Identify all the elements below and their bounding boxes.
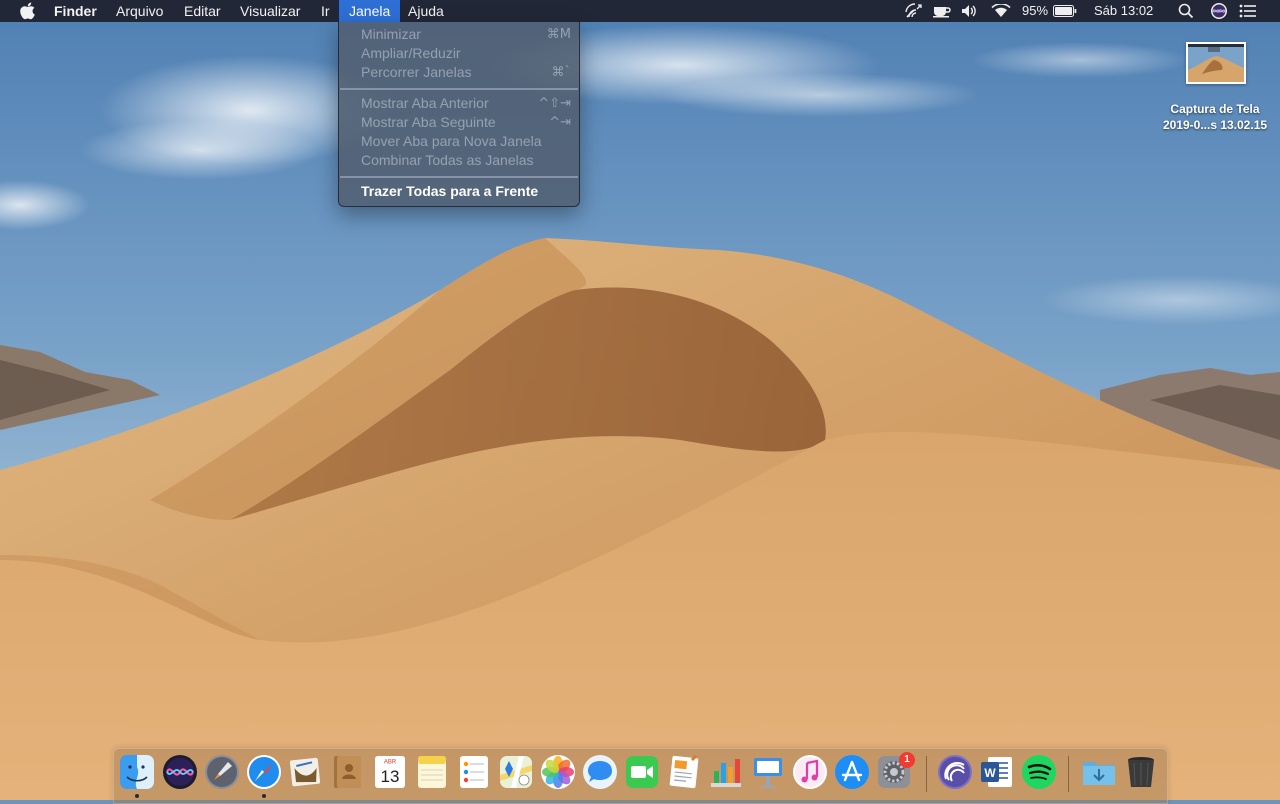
menu-item-label: Ampliar/Reduzir [361,45,461,61]
running-indicator [262,794,266,798]
menu-ir[interactable]: Ir [315,0,336,22]
menu-item-label: Percorrer Janelas [361,64,472,80]
safari-icon[interactable] [245,753,283,791]
pages-icon[interactable] [665,753,703,791]
qbittorrent-icon[interactable] [936,753,974,791]
volume-icon[interactable] [960,0,982,22]
reminders-icon[interactable] [455,753,493,791]
maps-icon[interactable] [497,753,535,791]
contacts-icon[interactable] [329,753,367,791]
launchpad-icon[interactable] [203,753,241,791]
menu-item-next-tab[interactable]: Mostrar Aba Seguinte ^⇥ [339,113,579,132]
facetime-icon[interactable] [623,753,661,791]
app-store-icon[interactable] [833,753,871,791]
svg-text:W: W [984,766,996,780]
calendar-month: ABR [384,760,397,766]
spotify-icon[interactable] [1020,753,1058,791]
menu-janela[interactable]: Janela [339,0,401,22]
menu-item-shortcut: ^⇧⇥ [538,96,571,111]
trash-icon[interactable] [1122,753,1160,791]
menu-visualizar[interactable]: Visualizar [234,0,306,22]
dock-divider [926,756,927,792]
menu-item-label: Combinar Todas as Janelas [361,152,534,168]
menu-bar: Finder Arquivo Editar Visualizar Ir Jane… [0,0,1280,22]
wifi-icon[interactable] [990,0,1012,22]
apple-menu-icon[interactable] [17,2,39,20]
window-menu-dropdown: Minimizar ⌘M Ampliar/Reduzir Percorrer J… [338,22,580,207]
airplay-icon[interactable] [904,0,924,22]
menu-item-zoom[interactable]: Ampliar/Reduzir [339,44,579,63]
menu-item-label: Mostrar Aba Seguinte [361,114,496,130]
menu-item-previous-tab[interactable]: Mostrar Aba Anterior ^⇧⇥ [339,94,579,113]
calendar-day: 13 [381,767,400,786]
menu-item-merge-all-windows[interactable]: Combinar Todas as Janelas [339,151,579,170]
messages-icon[interactable] [581,753,619,791]
menu-item-label: Mover Aba para Nova Janela [361,133,542,149]
photos-icon[interactable] [539,753,577,791]
file-name-line1: Captura de Tela [1170,102,1260,116]
menu-item-label: Mostrar Aba Anterior [361,95,489,111]
menu-item-shortcut: ⌘` [551,65,572,80]
file-name-line2: 2019-0...s 13.02.15 [1162,118,1268,132]
menu-finder[interactable]: Finder [48,0,103,22]
menu-item-shortcut: ⌘M [546,27,571,42]
file-thumbnail[interactable] [1186,42,1246,84]
desktop-wallpaper [0,0,1280,800]
menu-item-label: Trazer Todas para a Frente [361,183,539,199]
siri-icon[interactable] [1208,0,1230,22]
finder-icon[interactable] [118,753,156,791]
menu-item-minimize[interactable]: Minimizar ⌘M [339,25,579,44]
menu-item-label: Minimizar [361,26,421,42]
notification-center-icon[interactable] [1237,0,1259,22]
menu-item-cycle-windows[interactable]: Percorrer Janelas ⌘` [339,63,579,82]
battery-percent[interactable]: 95% [1022,0,1048,22]
dock-divider [1068,756,1069,792]
menu-ajuda[interactable]: Ajuda [402,0,450,22]
mail-icon[interactable] [287,753,325,791]
calendar-icon[interactable]: ABR 13 [371,753,409,791]
downloads-folder-icon[interactable] [1080,753,1118,791]
numbers-icon[interactable] [707,753,745,791]
menu-arquivo[interactable]: Arquivo [110,0,169,22]
notification-badge: 1 [899,752,915,768]
itunes-icon[interactable] [791,753,829,791]
clock[interactable]: Sáb 13:02 [1094,0,1153,22]
menu-item-move-tab-new-window[interactable]: Mover Aba para Nova Janela [339,132,579,151]
word-icon[interactable]: W [978,753,1016,791]
menu-separator [340,88,578,90]
menu-item-shortcut: ^⇥ [549,115,571,130]
notes-icon[interactable] [413,753,451,791]
keynote-icon[interactable] [749,753,787,791]
battery-icon[interactable] [1052,0,1078,22]
menu-item-bring-all-to-front[interactable]: Trazer Todas para a Frente [339,182,579,201]
siri-icon[interactable] [161,753,199,791]
coffee-icon[interactable] [931,0,953,22]
menu-editar[interactable]: Editar [178,0,227,22]
menu-separator [340,176,578,178]
running-indicator [135,794,139,798]
spotlight-search-icon[interactable] [1176,0,1196,22]
